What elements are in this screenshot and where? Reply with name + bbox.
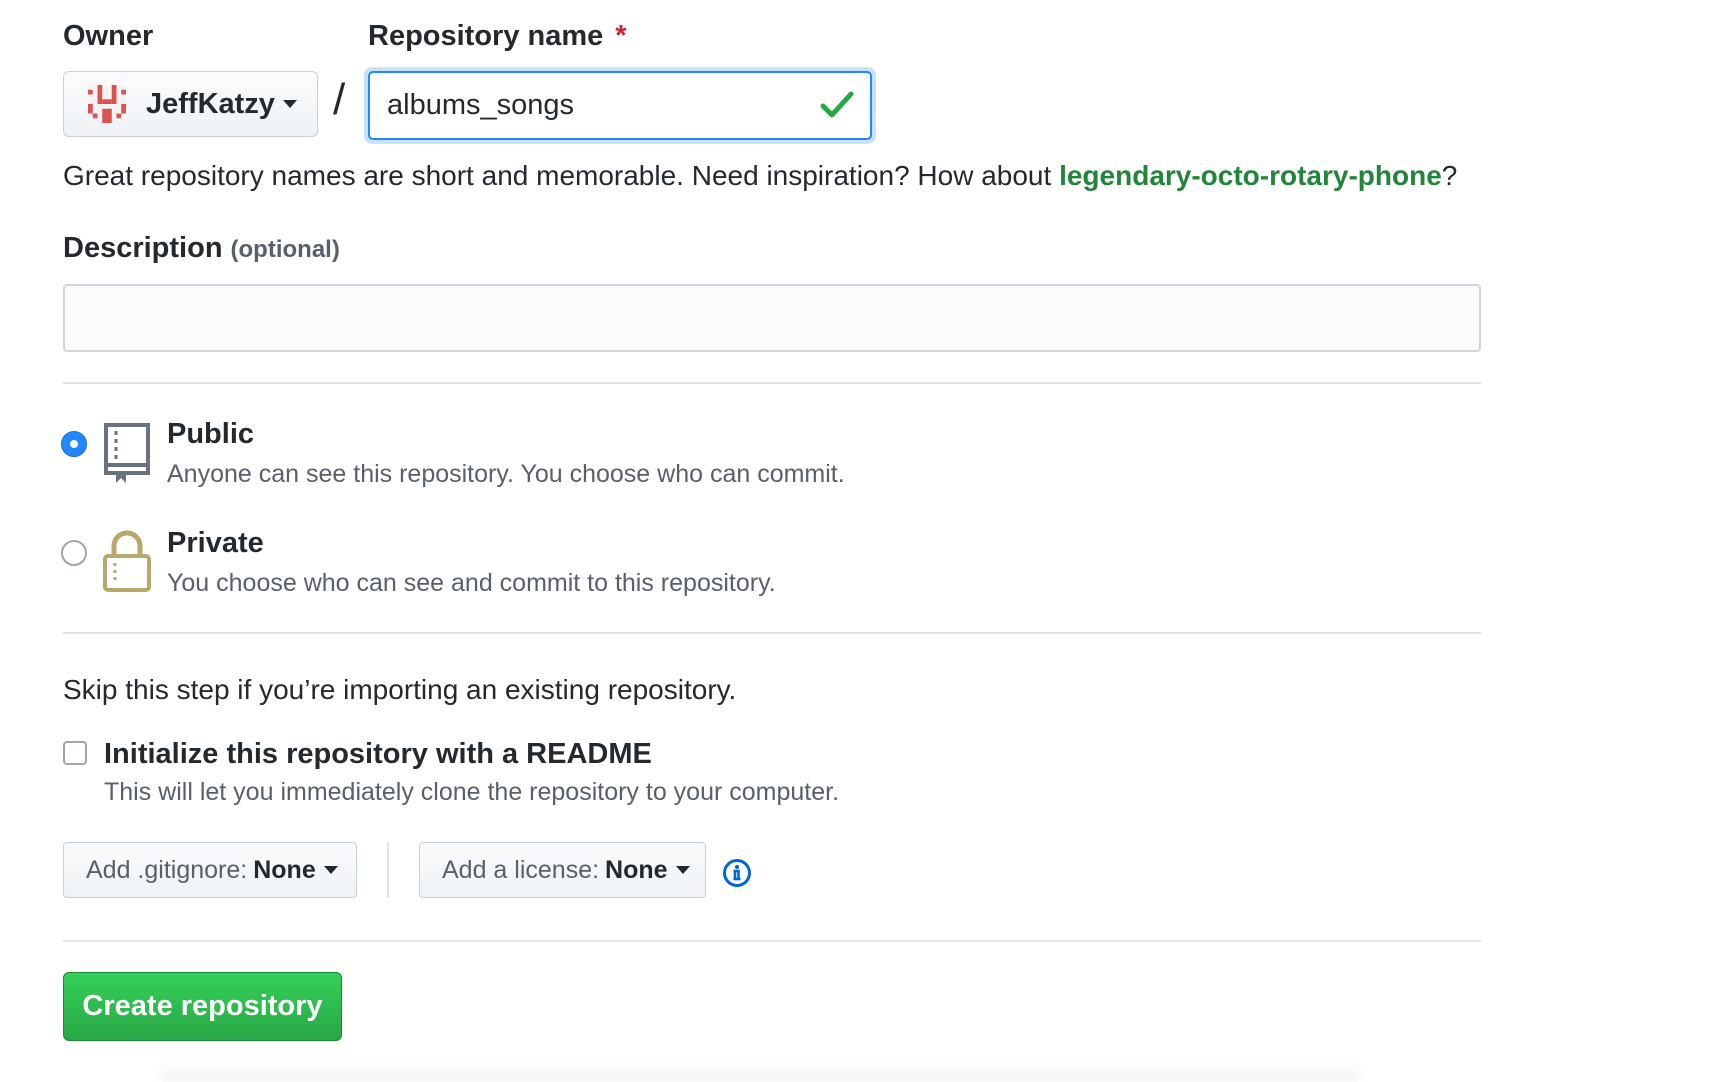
readme-desc: This will let you immediately clone the … — [104, 778, 840, 806]
owner-dropdown[interactable]: JeffKatzy — [63, 71, 318, 137]
repo-name-input[interactable] — [368, 71, 872, 140]
license-dropdown[interactable]: Add a license: None — [419, 842, 706, 898]
private-desc: You choose who can see and commit to thi… — [167, 569, 776, 597]
license-value: None — [605, 855, 668, 884]
repo-name-label: Repository name * — [368, 20, 627, 53]
check-icon — [820, 91, 854, 118]
page-bottom-shadow — [160, 1060, 1360, 1082]
description-input[interactable] — [63, 284, 1481, 352]
owner-name: JeffKatzy — [146, 87, 275, 120]
divider — [63, 940, 1481, 942]
avatar — [88, 85, 126, 123]
gitignore-dropdown[interactable]: Add .gitignore: None — [63, 842, 357, 898]
info-icon[interactable] — [722, 858, 752, 888]
readme-title: Initialize this repository with a README — [104, 738, 652, 770]
optional-tag: (optional) — [230, 236, 340, 263]
private-title: Private — [167, 527, 264, 559]
vertical-divider — [387, 842, 389, 898]
public-title: Public — [167, 418, 255, 450]
owner-label: Owner — [63, 20, 154, 52]
repo-name-label-text: Repository name — [368, 20, 604, 52]
public-desc: Anyone can see this repository. You choo… — [167, 460, 845, 488]
description-label-text: Description — [63, 232, 223, 264]
divider — [63, 632, 1481, 634]
repo-book-icon — [104, 423, 150, 483]
repo-name-field-wrap — [364, 67, 876, 144]
name-suggestion-link[interactable]: legendary-octo-rotary-phone — [1059, 160, 1442, 191]
private-radio[interactable] — [61, 540, 87, 566]
owner-repo-separator: / — [333, 75, 346, 124]
public-radio[interactable] — [61, 431, 87, 457]
gitignore-value: None — [253, 855, 316, 884]
hint-suffix: ? — [1441, 160, 1458, 191]
license-label: Add a license: — [442, 855, 600, 884]
chevron-down-icon — [675, 866, 690, 874]
description-label: Description (optional) — [63, 232, 340, 265]
divider — [63, 382, 1481, 384]
lock-icon — [103, 530, 151, 592]
hint-prefix: Great repository names are short and mem… — [63, 160, 1060, 191]
chevron-down-icon — [323, 866, 338, 874]
create-repository-button[interactable]: Create repository — [63, 972, 342, 1041]
gitignore-label: Add .gitignore: — [86, 855, 248, 884]
readme-checkbox[interactable] — [63, 741, 87, 765]
identicon-icon — [88, 85, 126, 123]
required-marker: * — [615, 20, 627, 52]
chevron-down-icon — [282, 100, 297, 108]
repo-name-hint: Great repository names are short and mem… — [63, 160, 1457, 192]
skip-step-note: Skip this step if you’re importing an ex… — [63, 674, 737, 705]
